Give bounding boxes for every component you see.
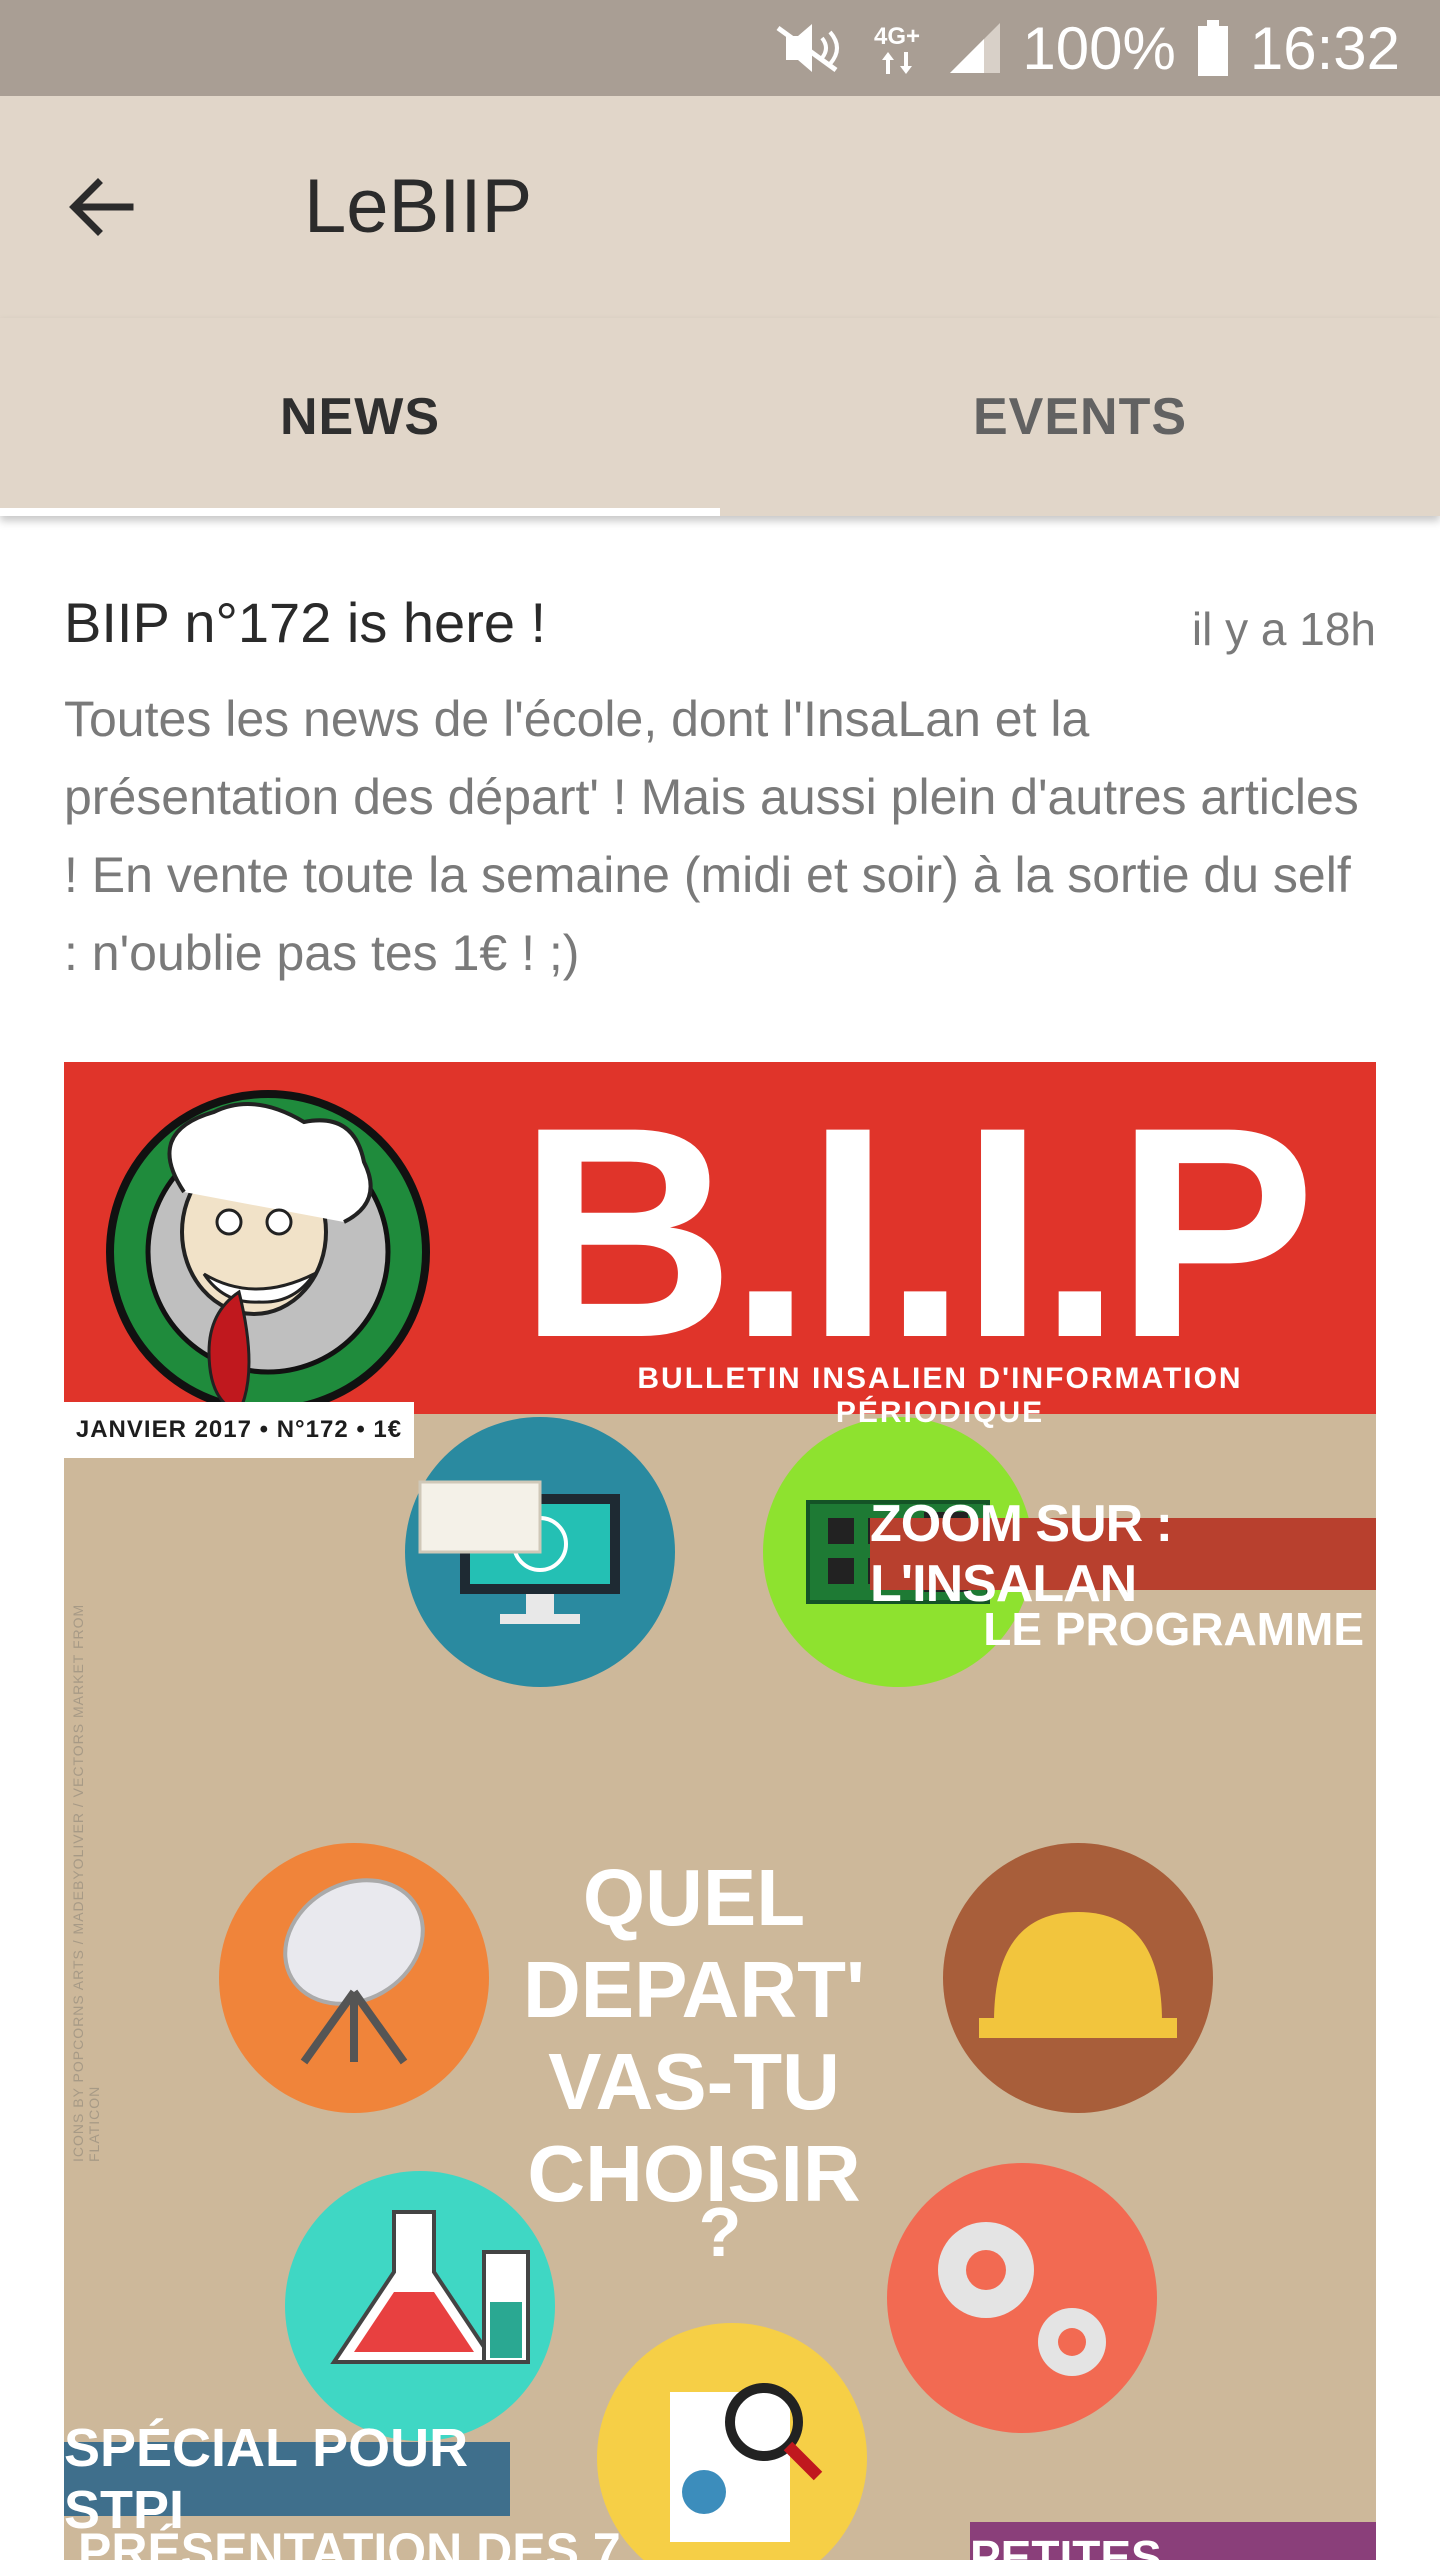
news-card[interactable]: BIIP n°172 is here ! il y a 18h Toutes l…	[64, 590, 1376, 992]
cover-annonces-banner: PETITES ANNONCES	[970, 2522, 1376, 2560]
cover-question: QUEL DEPART' VAS-TU CHOISIR	[523, 1853, 865, 2218]
signal-icon	[950, 23, 1001, 73]
tab-news[interactable]: NEWS	[0, 318, 720, 516]
tab-bar: NEWS EVENTS	[0, 318, 1440, 516]
tab-events[interactable]: EVENTS	[720, 318, 1440, 516]
report-magnifier-icon	[597, 2323, 867, 2560]
cover-subtitle: BULLETIN INSALIEN D'INFORMATION PÉRIODIQ…	[637, 1362, 1243, 1429]
battery-percent: 100%	[1022, 14, 1176, 82]
arrow-left-icon	[69, 178, 134, 236]
back-button[interactable]	[56, 162, 146, 252]
page-title: LeBIIP	[304, 164, 533, 249]
svg-text:4G+: 4G+	[874, 23, 920, 50]
computer-icon	[405, 1417, 675, 1687]
news-body: Toutes les news de l'école, dont l'InsaL…	[64, 691, 1359, 981]
satellite-dish-icon	[219, 1843, 489, 2113]
status-icons: 4G+ 100% 16:32	[772, 0, 1400, 96]
status-bar: 4G+ 100% 16:32	[0, 0, 1440, 96]
mascot-badge-icon	[106, 1090, 430, 1414]
cover-big-title: B.I.I.P	[518, 1064, 1316, 1400]
cover-programme: LE PROGRAMME	[983, 1603, 1364, 1655]
cover-question-mark: ?	[698, 2193, 742, 2271]
cover-issue-info: JANVIER 2017 • N°172 • 1€	[64, 1402, 414, 1458]
cover-stpi-subtitle: PRÉSENTATION DES 7	[78, 2523, 621, 2560]
cover-credit: ICONS BY POPCORNS ARTS / MADEBYOLIVER / …	[70, 1603, 102, 2162]
app-bar: LeBIIP	[0, 96, 1440, 318]
news-card-header: BIIP n°172 is here ! il y a 18h	[64, 590, 1376, 680]
hard-hat-icon	[943, 1843, 1213, 2113]
clock: 16:32	[1249, 14, 1400, 82]
news-title: BIIP n°172 is here !	[64, 591, 547, 654]
cover-stpi-banner: SPÉCIAL POUR STPI	[64, 2418, 510, 2540]
cover-zoom-banner: ZOOM SUR : L'INSALAN	[870, 1495, 1376, 1613]
news-timestamp: il y a 18h	[1191, 603, 1376, 655]
magazine-cover-image[interactable]: B.I.I.P BULLETIN INSALIEN D'INFORMATION …	[64, 1062, 1376, 2560]
network-4g-icon: 4G+	[872, 18, 928, 78]
mute-icon	[772, 20, 850, 76]
battery-icon	[1197, 20, 1228, 76]
